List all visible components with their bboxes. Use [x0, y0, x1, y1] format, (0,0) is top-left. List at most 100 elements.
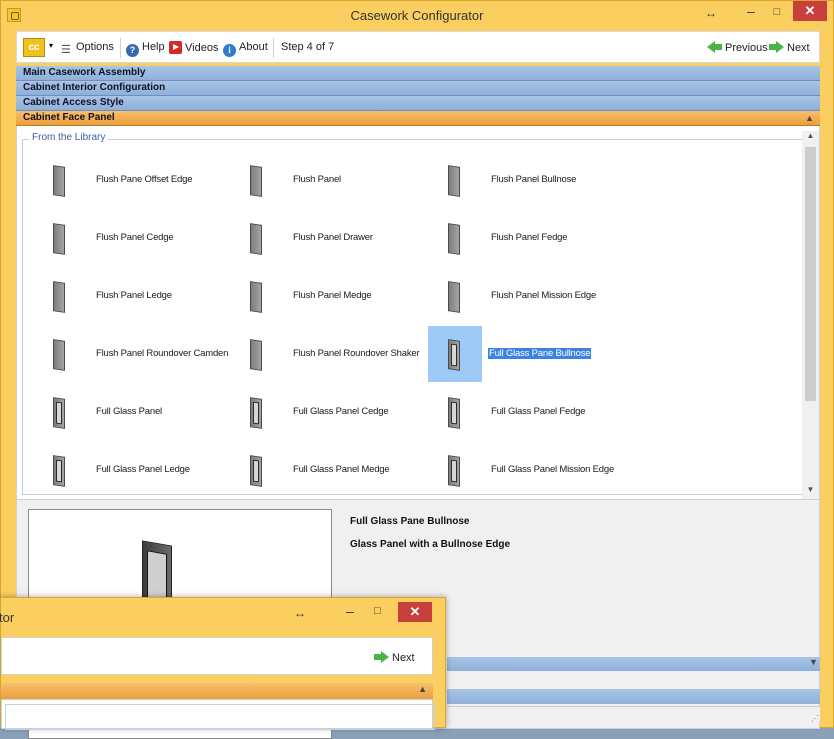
close-button[interactable]: ✕ [793, 1, 827, 21]
accordion-cabinet-access-style[interactable]: Cabinet Access Style [16, 96, 820, 111]
library-item-thumbnail[interactable] [230, 384, 284, 440]
step-indicator: Step 4 of 7 [281, 41, 335, 53]
library-item[interactable]: Full Glass Panel Fedge [428, 384, 608, 436]
door-panel-icon [448, 223, 460, 255]
library-item-label[interactable]: Full Glass Panel Fedge [491, 406, 586, 417]
close-button[interactable]: ✕ [398, 602, 432, 622]
accordion-active-bar[interactable]: ▲ [1, 683, 433, 699]
library-item-label[interactable]: Flush Panel Fedge [491, 232, 568, 243]
second-window-toolbar: Next [1, 637, 433, 675]
scrollbar-thumb[interactable] [805, 147, 816, 401]
accordion-label: Cabinet Face Panel [23, 112, 115, 123]
arrow-right-icon-tail [769, 44, 776, 50]
library-item-label[interactable]: Flush Panel Mission Edge [491, 290, 596, 301]
library-item-thumbnail[interactable] [33, 268, 87, 324]
library-item[interactable]: Flush Panel Medge [230, 268, 410, 320]
library-item-label[interactable]: Full Glass Panel Ledge [96, 464, 190, 475]
library-item-thumbnail[interactable] [33, 326, 87, 382]
library-item[interactable]: Flush Panel Roundover Camden [33, 326, 228, 378]
next-button[interactable]: Next [769, 41, 810, 54]
options-button[interactable]: ☰ Options [61, 41, 114, 56]
library-item-thumbnail[interactable] [230, 326, 284, 382]
library-item[interactable]: Flush Panel Bullnose [428, 152, 608, 204]
library-item[interactable]: Full Glass Panel [33, 384, 213, 436]
library-item-thumbnail[interactable] [33, 210, 87, 266]
library-item-thumbnail[interactable] [428, 210, 482, 266]
scroll-down-icon[interactable]: ▼ [802, 485, 819, 499]
library-item-label[interactable]: Full Glass Pane Bullnose [488, 348, 592, 359]
library-item-thumbnail[interactable] [428, 384, 482, 440]
accordion-collapsed-bar[interactable] [447, 657, 820, 671]
accordion-collapsed-bar[interactable] [447, 689, 820, 704]
library-item[interactable]: Flush Panel Fedge [428, 210, 608, 262]
library-item-label[interactable]: Full Glass Panel Cedge [293, 406, 389, 417]
detail-description: Glass Panel with a Bullnose Edge [350, 539, 511, 550]
library-item[interactable]: Full Glass Panel Mission Edge [428, 442, 614, 494]
accordion-cabinet-interior-configuration[interactable]: Cabinet Interior Configuration [16, 81, 820, 96]
library-item-thumbnail[interactable] [33, 152, 87, 208]
library-item-label[interactable]: Flush Panel Bullnose [491, 174, 576, 185]
second-window-body [1, 699, 435, 730]
title-bar[interactable]: Casework Configurator ↔ – □ ✕ [1, 1, 833, 31]
library-item-thumbnail[interactable] [428, 326, 482, 382]
next-button[interactable]: Next [374, 651, 415, 664]
minimize-button[interactable]: – [346, 603, 354, 619]
chevron-down-icon[interactable]: ▼ [809, 657, 818, 667]
minimize-button[interactable]: – [741, 3, 761, 21]
logo-icon[interactable]: cc [23, 38, 45, 57]
library-item[interactable]: Flush Panel Cedge [33, 210, 213, 262]
previous-button[interactable]: Previous [707, 41, 768, 54]
library-item[interactable]: Full Glass Panel Cedge [230, 384, 410, 436]
accordion-cabinet-face-panel[interactable]: Cabinet Face Panel ▲ [16, 111, 820, 126]
library-item-thumbnail[interactable] [33, 384, 87, 440]
library-item[interactable]: Full Glass Pane Bullnose [428, 326, 608, 382]
move-icon[interactable]: ↔ [705, 6, 717, 20]
library-scrollbar[interactable]: ▲ ▼ [802, 131, 819, 499]
library-item-thumbnail[interactable] [230, 268, 284, 324]
library-item-thumbnail[interactable] [230, 152, 284, 208]
videos-button[interactable]: Videos [169, 41, 218, 54]
library-item-label[interactable]: Flush Panel Cedge [96, 232, 174, 243]
maximize-button[interactable]: □ [374, 605, 381, 617]
library-legend: From the Library [29, 132, 109, 143]
chevron-down-icon[interactable]: ▾ [49, 41, 53, 50]
library-item-label[interactable]: Flush Pane Offset Edge [96, 174, 192, 185]
library-item[interactable]: Flush Panel Roundover Shaker [230, 326, 420, 378]
accordion-main-casework-assembly[interactable]: Main Casework Assembly [16, 66, 820, 81]
library-item-label[interactable]: Flush Panel Drawer [293, 232, 373, 243]
library-item[interactable]: Flush Pane Offset Edge [33, 152, 213, 204]
chevron-up-icon[interactable]: ▲ [418, 684, 427, 694]
library-item-label[interactable]: Full Glass Panel Medge [293, 464, 390, 475]
library-item-thumbnail[interactable] [428, 442, 482, 498]
library-item[interactable]: Full Glass Panel Medge [230, 442, 410, 494]
help-button[interactable]: ? Help [126, 41, 165, 57]
library-item-thumbnail[interactable] [428, 152, 482, 208]
library-item[interactable]: Flush Panel Drawer [230, 210, 410, 262]
library-item-label[interactable]: Flush Panel [293, 174, 341, 185]
library-item[interactable]: Flush Panel Ledge [33, 268, 213, 320]
library-item-thumbnail[interactable] [428, 268, 482, 324]
library-item-label[interactable]: Flush Panel Roundover Camden [96, 348, 228, 359]
scroll-up-icon[interactable]: ▲ [802, 131, 819, 145]
chevron-up-icon[interactable]: ▲ [805, 111, 814, 125]
about-button[interactable]: i About [223, 41, 268, 57]
library-item-label[interactable]: Flush Panel Roundover Shaker [293, 348, 420, 359]
library-item[interactable]: Full Glass Panel Ledge [33, 442, 213, 494]
library-item[interactable]: Flush Panel [230, 152, 410, 204]
arrow-right-icon [381, 651, 389, 663]
library-item[interactable]: Flush Panel Mission Edge [428, 268, 608, 320]
resize-grip-icon[interactable]: ⋰ [811, 714, 819, 723]
library-item-thumbnail[interactable] [230, 442, 284, 498]
library-item-label[interactable]: Full Glass Panel Mission Edge [491, 464, 614, 475]
second-window: tor ↔ – □ ✕ Next ▲ [0, 597, 446, 730]
maximize-button[interactable]: □ [767, 3, 787, 21]
door-panel-icon [448, 397, 460, 429]
detail-title: Full Glass Pane Bullnose [350, 516, 470, 527]
library-item-thumbnail[interactable] [33, 442, 87, 498]
door-panel-icon [250, 165, 262, 197]
move-icon[interactable]: ↔ [294, 606, 306, 620]
library-item-label[interactable]: Full Glass Panel [96, 406, 162, 417]
library-item-label[interactable]: Flush Panel Ledge [96, 290, 172, 301]
library-item-thumbnail[interactable] [230, 210, 284, 266]
library-item-label[interactable]: Flush Panel Medge [293, 290, 372, 301]
